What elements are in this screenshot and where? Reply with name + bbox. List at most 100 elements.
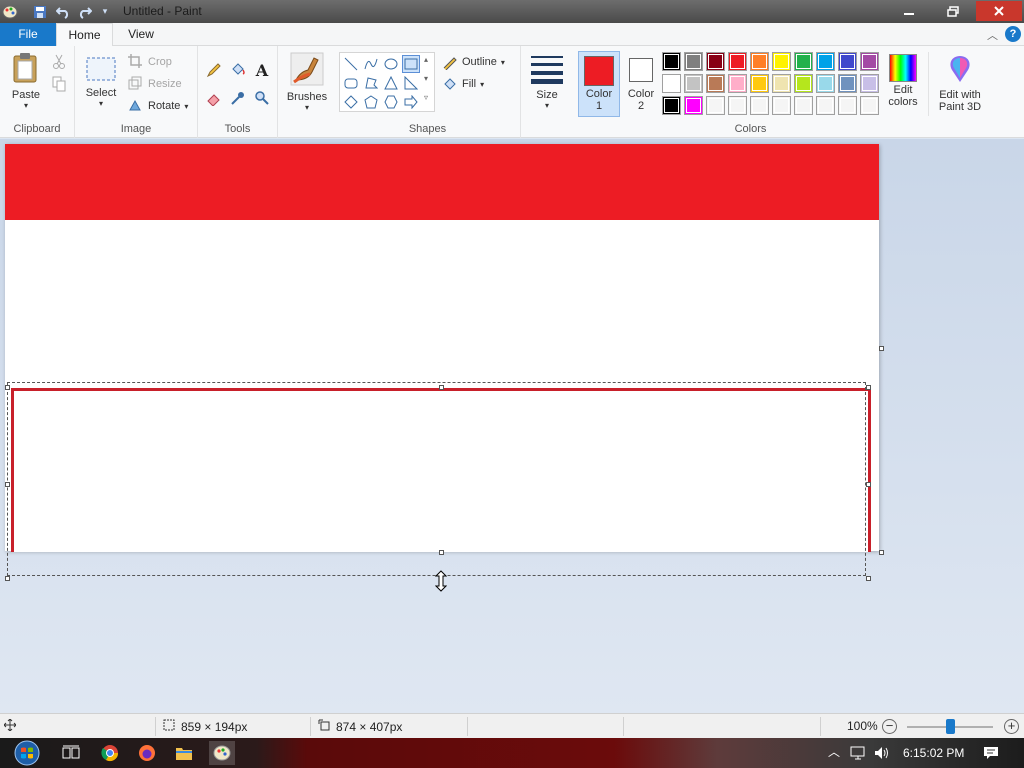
palette-swatch[interactable] (706, 52, 725, 71)
palette-swatch[interactable] (816, 96, 835, 115)
palette-swatch[interactable] (838, 74, 857, 93)
start-button-icon[interactable] (12, 740, 42, 766)
palette-swatch[interactable] (816, 74, 835, 93)
rectangle-shape-icon[interactable] (402, 55, 420, 73)
tab-file[interactable]: File (0, 23, 56, 46)
color-picker-icon[interactable] (228, 88, 248, 108)
task-view-icon[interactable] (59, 741, 83, 765)
palette-swatch[interactable] (662, 74, 681, 93)
palette-swatch[interactable] (794, 74, 813, 93)
selection-handle-left[interactable] (5, 482, 10, 487)
selection-handle-bottom-right[interactable] (866, 576, 871, 581)
triangle-shape-icon[interactable] (382, 74, 400, 92)
brushes-button[interactable]: Brushes ▾ (282, 52, 332, 112)
tab-home[interactable]: Home (56, 23, 113, 47)
eraser-icon[interactable] (204, 88, 224, 108)
file-explorer-icon[interactable] (172, 741, 196, 765)
paste-button[interactable]: Paste ▾ (4, 52, 48, 110)
selection-handle-top-right[interactable] (866, 385, 871, 390)
show-hidden-icons-icon[interactable]: ︿ (828, 743, 840, 760)
shape-selection-box[interactable] (7, 382, 866, 576)
oval-shape-icon[interactable] (382, 55, 400, 73)
edit-colors-button[interactable]: Edit colors (883, 54, 923, 108)
clock[interactable]: 6:15:02 PM (903, 746, 964, 760)
copy-icon[interactable] (49, 74, 69, 94)
action-center-icon[interactable] (979, 741, 1003, 765)
palette-swatch[interactable] (794, 52, 813, 71)
palette-swatch[interactable] (860, 96, 879, 115)
rounded-rectangle-shape-icon[interactable] (342, 74, 360, 92)
palette-swatch[interactable] (838, 96, 857, 115)
palette-swatch[interactable] (794, 96, 813, 115)
palette-swatch[interactable] (750, 74, 769, 93)
help-icon[interactable]: ? (1005, 26, 1021, 42)
redo-icon[interactable] (76, 3, 94, 20)
brushes-dropdown-icon[interactable]: ▾ (282, 103, 332, 112)
select-dropdown-icon[interactable]: ▾ (81, 99, 121, 108)
canvas-resize-handle-corner[interactable] (879, 550, 884, 555)
palette-swatch[interactable] (772, 96, 791, 115)
canvas-resize-handle-right[interactable] (879, 346, 884, 351)
select-button[interactable]: Select ▾ (81, 56, 121, 108)
palette-swatch[interactable] (750, 96, 769, 115)
palette-swatch[interactable] (728, 96, 747, 115)
magnifier-icon[interactable] (252, 88, 272, 108)
palette-swatch[interactable] (750, 52, 769, 71)
selection-handle-right[interactable] (866, 482, 871, 487)
selection-handle-bottom-left[interactable] (5, 576, 10, 581)
crop-button[interactable]: Crop (128, 54, 172, 70)
fill-bucket-icon[interactable] (228, 60, 248, 80)
palette-swatch[interactable] (662, 96, 681, 115)
restore-button[interactable] (932, 1, 974, 21)
shapes-expand-icon[interactable]: ▿ (424, 93, 428, 102)
shapes-scroll-down-icon[interactable]: ▾ (424, 74, 428, 83)
diamond-shape-icon[interactable] (342, 93, 360, 111)
color2-button[interactable]: Color 2 (620, 51, 662, 112)
canvas-workarea[interactable] (0, 139, 1024, 713)
shapes-scroll-up-icon[interactable]: ▴ (424, 55, 428, 64)
pentagon-shape-icon[interactable] (362, 93, 380, 111)
close-button[interactable] (976, 1, 1022, 21)
text-tool-icon[interactable]: A (252, 60, 272, 80)
collapse-ribbon-icon[interactable]: ︿ (987, 27, 998, 43)
palette-swatch[interactable] (728, 74, 747, 93)
color1-button[interactable]: Color 1 (578, 51, 620, 117)
zoom-slider-thumb[interactable] (946, 719, 955, 734)
selection-handle-top-left[interactable] (5, 385, 10, 390)
polygon-shape-icon[interactable] (362, 74, 380, 92)
palette-swatch[interactable] (838, 52, 857, 71)
customize-quick-access-icon[interactable]: ▾ (96, 3, 114, 20)
volume-icon[interactable] (870, 741, 894, 765)
palette-swatch[interactable] (684, 52, 703, 71)
paste-dropdown-icon[interactable]: ▾ (4, 101, 48, 110)
chrome-icon[interactable] (98, 741, 122, 765)
size-button[interactable]: Size ▾ (527, 54, 567, 110)
network-icon[interactable] (847, 741, 871, 765)
palette-swatch[interactable] (816, 52, 835, 71)
curve-shape-icon[interactable] (362, 55, 380, 73)
palette-swatch[interactable] (860, 52, 879, 71)
line-shape-icon[interactable] (342, 55, 360, 73)
selection-handle-top[interactable] (439, 385, 444, 390)
palette-swatch[interactable] (728, 52, 747, 71)
tab-view[interactable]: View (113, 23, 169, 46)
hexagon-shape-icon[interactable] (382, 93, 400, 111)
right-triangle-shape-icon[interactable] (402, 74, 420, 92)
edit-with-paint3d-button[interactable]: Edit with Paint 3D (932, 54, 988, 113)
zoom-out-button[interactable]: − (882, 719, 897, 734)
right-arrow-shape-icon[interactable] (402, 93, 420, 111)
pencil-icon[interactable] (204, 60, 224, 80)
rotate-button[interactable]: Rotate ▾ (128, 98, 188, 114)
zoom-in-button[interactable]: + (1004, 719, 1019, 734)
palette-swatch[interactable] (772, 74, 791, 93)
palette-swatch[interactable] (684, 96, 703, 115)
cut-icon[interactable] (49, 52, 69, 72)
palette-swatch[interactable] (706, 74, 725, 93)
palette-swatch[interactable] (684, 74, 703, 93)
palette-swatch[interactable] (860, 74, 879, 93)
paint-app-icon[interactable] (1, 3, 19, 20)
fill-button[interactable]: Fill ▾ (442, 76, 484, 92)
paint-taskbar-icon[interactable] (209, 741, 235, 765)
outline-button[interactable]: Outline ▾ (442, 54, 505, 71)
firefox-icon[interactable] (135, 741, 159, 765)
